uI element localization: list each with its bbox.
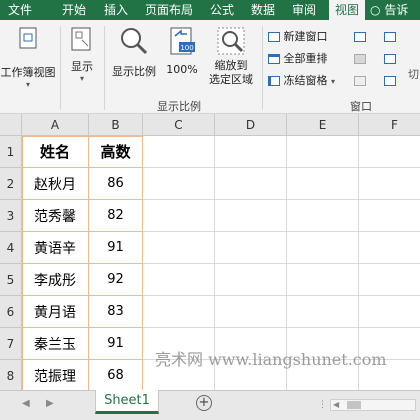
horizontal-scrollbar[interactable]: ◀ (330, 399, 416, 411)
freeze-panes-label: 冻结窗格 (283, 74, 328, 87)
column-header-b[interactable]: B (89, 114, 143, 136)
table-cell-score[interactable]: 86 (89, 168, 143, 200)
show-label: 显示 (71, 60, 93, 73)
row-header-1[interactable]: 1 (0, 136, 22, 168)
scrollbar-thumb[interactable] (347, 401, 361, 409)
table-cell-score[interactable]: 91 (89, 328, 143, 360)
table-cell-score[interactable]: 82 (89, 200, 143, 232)
row-header-5[interactable]: 5 (0, 264, 22, 296)
table-cell-score[interactable]: 68 (89, 360, 143, 390)
watermark: 亮术网 www.liangshunet.com (155, 350, 387, 369)
tab-review[interactable]: 审阅 (292, 0, 316, 20)
zoom-group-label: 显示比例 (157, 100, 201, 113)
new-window-label: 新建窗口 (283, 30, 328, 43)
lightbulb-icon: ○ (370, 3, 381, 17)
tab-view[interactable]: 视图 (329, 0, 366, 20)
show-button[interactable]: 显示 ▾ (64, 26, 100, 83)
table-header-score[interactable]: 高数 (89, 136, 143, 168)
tab-file[interactable]: 文件 (8, 0, 32, 20)
table-cell-name[interactable]: 李成彤 (22, 264, 89, 296)
zoom-100-badge: 100 (180, 44, 193, 52)
row-header-7[interactable]: 7 (0, 328, 22, 360)
table-cell-score[interactable]: 91 (89, 232, 143, 264)
freeze-panes-button[interactable]: 冻结窗格 ▾ (268, 72, 335, 88)
arrange-all-label: 全部重排 (283, 52, 328, 65)
zoom-selection-label-2: 选定区域 (209, 73, 253, 86)
table-cell-score[interactable]: 83 (89, 296, 143, 328)
table-cell-name[interactable]: 黄语辛 (22, 232, 89, 264)
zoom-selection-icon (217, 27, 245, 55)
select-all-corner[interactable] (0, 114, 22, 136)
sheet-menu-icon[interactable]: ⋮ (318, 400, 327, 410)
workbook-views-label: 工作簿视图 (0, 66, 56, 79)
view-side-by-side-icon[interactable] (384, 32, 396, 42)
zoom-label: 显示比例 (112, 65, 156, 78)
zoom-button[interactable]: 显示比例 (107, 26, 161, 79)
workbook-views-icon (19, 27, 37, 49)
divider (104, 26, 105, 110)
arrange-all-button[interactable]: 全部重排 (268, 50, 328, 66)
reset-position-icon[interactable] (384, 76, 396, 86)
table-header-name[interactable]: 姓名 (22, 136, 89, 168)
scrollbar-left-arrow-icon[interactable]: ◀ (333, 400, 339, 409)
zoom-100-button[interactable]: 100 100% (163, 26, 201, 76)
workbook-views-button[interactable]: 工作簿视图 ▾ (0, 26, 56, 89)
magnifier-icon (121, 28, 148, 55)
column-header-e[interactable]: E (287, 114, 359, 136)
table-cell-name[interactable]: 范秀馨 (22, 200, 89, 232)
row-header-2[interactable]: 2 (0, 168, 22, 200)
excel-window: 文件 开始 插入 页面布局 公式 数据 审阅 视图 ○ 告诉 工作簿视图 ▾ 显… (0, 0, 420, 420)
row-header-4[interactable]: 4 (0, 232, 22, 264)
table-cell-name[interactable]: 黄月语 (22, 296, 89, 328)
zoom-selection-label-1: 缩放到 (214, 59, 248, 72)
tell-me-label: 告诉 (384, 3, 409, 17)
scroll-left-icon[interactable]: ◀ (22, 398, 30, 409)
scroll-right-icon[interactable]: ▶ (46, 398, 54, 409)
new-window-button[interactable]: 新建窗口 (268, 28, 328, 44)
ribbon-tab-bar: 文件 开始 插入 页面布局 公式 数据 审阅 视图 ○ 告诉 (0, 0, 420, 20)
ribbon-body: 工作簿视图 ▾ 显示 ▾ 显示比例 100 100% 缩放到 选定区域 显示比例… (0, 20, 420, 114)
chevron-down-icon: ▾ (331, 77, 336, 86)
row-header-8[interactable]: 8 (0, 360, 22, 390)
hide-icon[interactable] (354, 54, 366, 64)
divider (262, 26, 263, 110)
column-header-f[interactable]: F (359, 114, 420, 136)
column-header-a[interactable]: A (22, 114, 89, 136)
table-cell-name[interactable]: 秦兰玉 (22, 328, 89, 360)
tab-page-layout[interactable]: 页面布局 (145, 0, 193, 20)
split-icon[interactable] (354, 32, 366, 42)
table-cell-name[interactable]: 范振理 (22, 360, 89, 390)
chevron-down-icon: ▾ (25, 80, 30, 89)
table-cell-score[interactable]: 92 (89, 264, 143, 296)
add-sheet-icon[interactable]: + (196, 395, 212, 411)
sync-scroll-icon[interactable] (384, 54, 396, 64)
sheet-tab-bar: ◀ ▶ Sheet1 + ⋮ ◀ (0, 390, 420, 420)
switch-windows-button[interactable]: 切 (408, 66, 419, 82)
row-header-3[interactable]: 3 (0, 200, 22, 232)
tell-me-box[interactable]: ○ 告诉 (370, 0, 408, 20)
column-header-d[interactable]: D (215, 114, 287, 136)
tab-data[interactable]: 数据 (251, 0, 275, 20)
zoom-100-label: 100% (166, 63, 198, 76)
window-group-label: 窗口 (350, 100, 372, 113)
sheet-tab-sheet1[interactable]: Sheet1 (95, 390, 159, 414)
worksheet-grid[interactable]: A B C D E F G 1 2 3 4 5 6 7 8 姓名 高数 赵秋月 … (0, 114, 420, 390)
freeze-panes-icon (268, 76, 280, 86)
new-window-icon (268, 32, 280, 42)
divider (60, 26, 61, 110)
chevron-down-icon: ▾ (79, 74, 84, 83)
unhide-icon[interactable] (354, 76, 366, 86)
zoom-to-selection-button[interactable]: 缩放到 选定区域 (203, 26, 259, 87)
show-icon (71, 27, 91, 51)
table-cell-name[interactable]: 赵秋月 (22, 168, 89, 200)
column-header-c[interactable]: C (143, 114, 215, 136)
tab-home[interactable]: 开始 (62, 0, 86, 20)
row-header-6[interactable]: 6 (0, 296, 22, 328)
tab-insert[interactable]: 插入 (104, 0, 128, 20)
tab-formulas[interactable]: 公式 (210, 0, 234, 20)
arrange-all-icon (268, 54, 280, 64)
zoom-100-icon: 100 (170, 27, 195, 55)
